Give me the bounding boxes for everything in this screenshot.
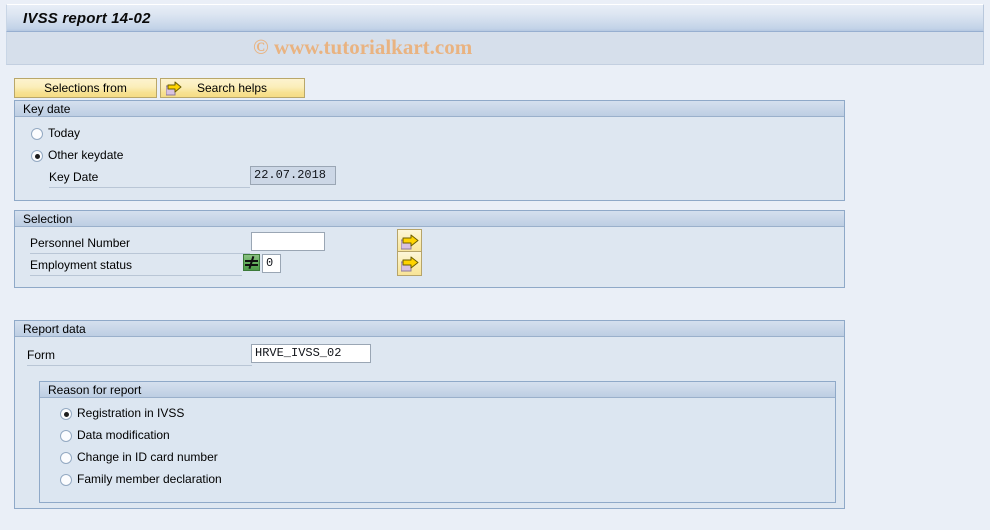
radio-change-in-id-card-number-label: Change in ID card number <box>77 450 218 464</box>
radio-today-label: Today <box>48 126 81 140</box>
radio-family-member-declaration-mark <box>60 474 72 486</box>
tab-selections-from[interactable]: Selections from <box>14 78 157 98</box>
group-reason-body: Registration in IVSS Data modification C… <box>40 398 835 502</box>
group-reason-header: Reason for report <box>40 382 835 398</box>
window-titlebar: IVSS report 14-02 <box>6 4 984 32</box>
sap-report-window: IVSS report 14-02 © www.tutorialkart.com… <box>0 0 990 530</box>
watermark-text: © www.tutorialkart.com <box>253 35 473 59</box>
radio-other-keydate-mark <box>31 150 43 162</box>
radio-registration-in-ivss-mark <box>60 408 72 420</box>
not-equal-icon <box>245 256 258 269</box>
personnel-number-label-rule <box>30 253 250 254</box>
radio-today-mark <box>31 128 43 140</box>
group-key-date-body: Today Other keydate Key Date 22.07.2018 <box>15 117 844 200</box>
group-selection-header: Selection <box>15 211 844 227</box>
key-date-label-rule <box>49 187 250 188</box>
radio-data-modification-label: Data modification <box>77 428 170 442</box>
tab-search-helps-label: Search helps <box>197 81 268 95</box>
radio-data-modification-mark <box>60 430 72 442</box>
radio-family-member-declaration-label: Family member declaration <box>77 472 222 486</box>
form-label: Form <box>27 348 55 362</box>
group-report-data-header: Report data <box>15 321 844 337</box>
group-reason-title: Reason for report <box>48 383 142 397</box>
form-label-rule <box>27 365 252 366</box>
radio-change-in-id-card-number-mark <box>60 452 72 464</box>
arrow-right-icon <box>401 256 419 272</box>
arrow-right-icon <box>165 81 182 96</box>
employment-status-label: Employment status <box>30 258 133 272</box>
personnel-number-input[interactable] <box>251 232 325 251</box>
group-selection: Selection Personnel Number Employment st… <box>14 210 845 288</box>
group-report-data-body: Form HRVE_IVSS_02 Reason for report Regi… <box>15 337 844 508</box>
group-key-date-title: Key date <box>23 102 71 116</box>
group-report-data: Report data Form HRVE_IVSS_02 Reason for… <box>14 320 845 509</box>
employment-status-operator-button[interactable] <box>243 254 260 271</box>
group-selection-body: Personnel Number Employment status 0 <box>15 227 844 287</box>
group-reason-for-report: Reason for report Registration in IVSS D… <box>39 381 836 503</box>
group-report-data-title: Report data <box>23 322 86 336</box>
radio-other-keydate-label: Other keydate <box>48 148 124 162</box>
tab-search-helps[interactable]: Search helps <box>160 78 305 98</box>
key-date-field-label: Key Date <box>49 170 99 184</box>
personnel-number-label: Personnel Number <box>30 236 131 250</box>
employment-status-label-rule <box>30 275 242 276</box>
window-title: IVSS report 14-02 <box>23 10 151 27</box>
group-key-date: Key date Today Other keydate Key Date 22… <box>14 100 845 201</box>
employment-status-multiselect-button[interactable] <box>397 251 422 276</box>
watermark-banner: © www.tutorialkart.com <box>6 32 984 65</box>
arrow-right-icon <box>401 234 419 250</box>
group-key-date-header: Key date <box>15 101 844 117</box>
form-input[interactable]: HRVE_IVSS_02 <box>251 344 371 363</box>
group-selection-title: Selection <box>23 212 73 226</box>
radio-registration-in-ivss-label: Registration in IVSS <box>77 406 185 420</box>
employment-status-input[interactable]: 0 <box>262 254 281 273</box>
key-date-input[interactable]: 22.07.2018 <box>250 166 336 185</box>
